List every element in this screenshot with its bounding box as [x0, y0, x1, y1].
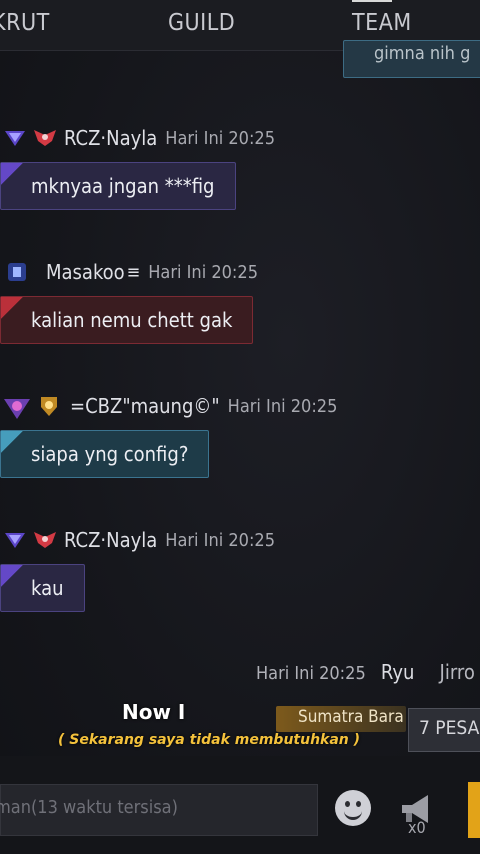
rank-icon	[4, 529, 26, 551]
megaphone-count: x0	[408, 818, 426, 837]
message-text: kau	[31, 576, 64, 600]
message-bubble: siapa yng config?	[0, 430, 210, 478]
message-header: Masakoo ≡ Hari Ini 20:25	[6, 257, 258, 287]
sender-name[interactable]: Masakoo	[46, 260, 125, 284]
chat-input-placeholder: man(13 waktu tersisa)	[0, 797, 178, 818]
sender-name[interactable]: Ryu	[381, 660, 414, 684]
rank-icon	[2, 395, 32, 419]
message-bubble: kalian nemu chett gak	[0, 296, 254, 344]
guild-emblem-icon[interactable]	[32, 127, 56, 149]
sender-name[interactable]: Jirro	[440, 660, 475, 684]
rank-icon	[4, 127, 26, 149]
badge-icon	[6, 261, 28, 283]
tab-recruit[interactable]: KRUT	[0, 10, 50, 36]
send-button[interactable]	[468, 782, 480, 838]
chat-input-bar: man(13 waktu tersisa) x0	[0, 756, 480, 854]
message-time: Hari Ini 20:25	[256, 663, 366, 684]
message-bubble: mknyaa jngan ***fig	[0, 162, 236, 210]
emoji-icon[interactable]	[335, 790, 371, 826]
message-text: gimna nih g	[374, 43, 471, 64]
guild-shield-icon[interactable]	[38, 395, 60, 417]
message-bubble: kau	[0, 564, 85, 612]
tab-team[interactable]: TEAM	[352, 10, 412, 36]
region-tag: Sumatra Bara	[276, 706, 406, 732]
message-time: Hari Ini 20:25	[165, 127, 276, 149]
message-time: Hari Ini 20:25	[227, 395, 338, 417]
message-time: Hari Ini 20:25	[148, 261, 258, 283]
sender-name[interactable]: RCZ·Nayla	[64, 528, 157, 552]
subtitle-indonesian: ( Sekarang saya tidak membutuhkan )	[58, 732, 361, 748]
message-text: mknyaa jngan ***fig	[31, 174, 215, 198]
subtitle-english: Now I	[122, 700, 186, 724]
message-time: Hari Ini 20:25	[165, 529, 276, 551]
name-mark-icon: ≡	[126, 261, 141, 283]
message-header: RCZ·Nayla Hari Ini 20:25	[4, 525, 275, 555]
chat-input[interactable]: man(13 waktu tersisa)	[0, 784, 318, 836]
sender-name[interactable]: =CBZ"maung©"	[70, 394, 220, 418]
message-header: Hari Ini 20:25 Ryu Jirro	[256, 660, 475, 684]
message-bubble-partial: gimna nih g	[343, 40, 480, 78]
message-text: siapa yng config?	[31, 442, 189, 466]
message-header: =CBZ"maung©" Hari Ini 20:25	[2, 391, 337, 421]
message-text: kalian nemu chett gak	[31, 308, 233, 332]
active-tab-indicator	[352, 0, 392, 2]
guild-emblem-icon[interactable]	[32, 529, 56, 551]
message-header: RCZ·Nayla Hari Ini 20:25	[4, 123, 275, 153]
tab-guild[interactable]: GUILD	[168, 10, 235, 36]
region-label: Sumatra Bara	[298, 707, 404, 727]
sender-name[interactable]: RCZ·Nayla	[64, 126, 157, 150]
new-messages-button[interactable]: 7 PESA	[408, 708, 480, 752]
new-messages-label: 7 PESA	[419, 717, 480, 739]
